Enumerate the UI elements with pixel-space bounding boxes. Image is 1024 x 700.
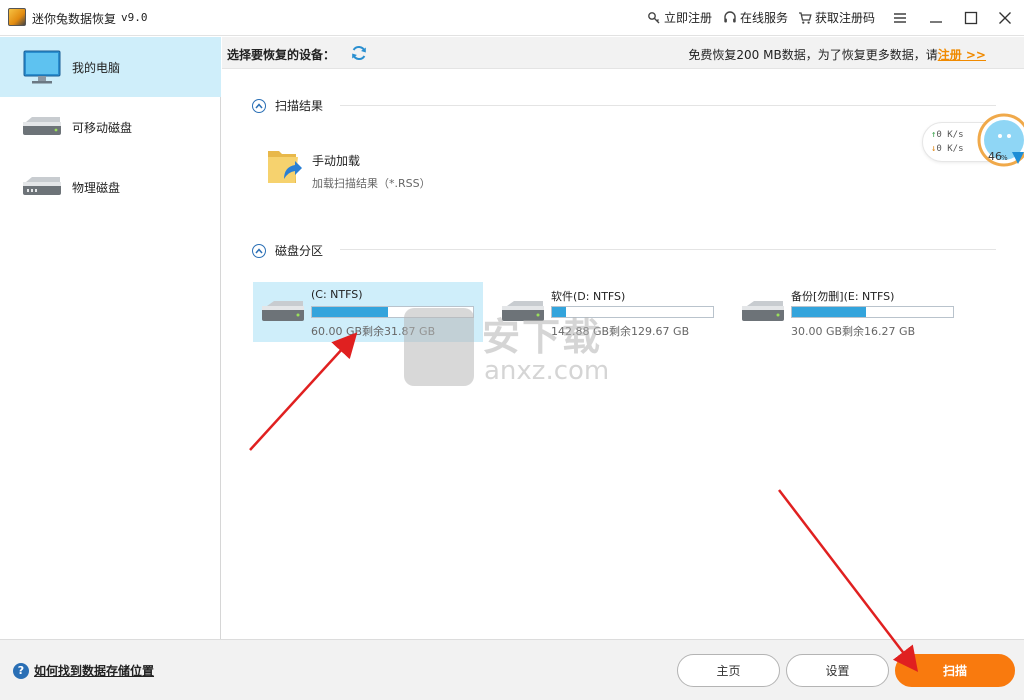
usage-fill [792, 307, 867, 317]
manual-load-name: 手动加载 [312, 154, 361, 168]
bottom-bar: ? 如何找到数据存储位置 主页 设置 扫描 [0, 639, 1024, 700]
upload-speed-value: 0 K/s [936, 130, 964, 140]
scan-results-title: 扫描结果 [275, 99, 324, 113]
partitions-header[interactable]: 磁盘分区 [252, 242, 323, 259]
manual-load-desc: 加载扫描结果（*.RSS） [312, 177, 431, 190]
settings-button[interactable]: 设置 [786, 654, 889, 687]
accelerator-ball-icon[interactable]: 46 % [976, 112, 1024, 172]
folder-load-icon [268, 151, 302, 183]
select-device-label: 选择要恢复的设备： [227, 48, 336, 62]
maximize-icon [964, 11, 978, 25]
promo-message: 免费恢复200 MB数据，为了恢复更多数据，请 [688, 48, 938, 62]
register-now-label: 立即注册 [664, 11, 713, 25]
close-button[interactable] [992, 6, 1018, 30]
register-now-link[interactable]: 立即注册 [647, 9, 712, 26]
upload-speed: ↑0 K/s [931, 130, 964, 140]
watermark: 安下载 anxz.com [404, 300, 624, 395]
percent-unit: % [1001, 154, 1008, 162]
home-button[interactable]: 主页 [677, 654, 780, 687]
sidebar-item-label: 我的电脑 [72, 60, 121, 75]
hard-disk-icon [262, 301, 304, 321]
collapse-icon[interactable] [252, 98, 266, 113]
cart-icon [799, 11, 812, 24]
hamburger-icon [894, 13, 906, 23]
app-logo-icon [8, 8, 26, 26]
close-icon [999, 12, 1011, 24]
watermark-shield-icon [404, 308, 474, 386]
menu-button[interactable] [887, 6, 913, 30]
partition-name: (C: NTFS) [311, 288, 363, 301]
app-version: v9.0 [121, 11, 148, 24]
sidebar: 我的电脑 可移动磁盘 物理磁盘 [0, 37, 221, 639]
get-code-link[interactable]: 获取注册码 [798, 9, 875, 26]
register-link[interactable]: 注册 >> [938, 48, 986, 62]
download-speed: ↓0 K/s [931, 144, 964, 154]
hard-disk-icon [742, 301, 784, 321]
maximize-button[interactable] [958, 6, 984, 30]
online-service-label: 在线服务 [740, 11, 789, 25]
app-title: 迷你兔数据恢复 [32, 12, 117, 26]
promo-text: 免费恢复200 MB数据，为了恢复更多数据，请注册 >> [688, 46, 986, 63]
minimize-icon [930, 21, 942, 23]
sidebar-item-removable-disk[interactable]: 可移动磁盘 [0, 97, 221, 157]
manual-load-item[interactable]: 手动加载 加载扫描结果（*.RSS） [266, 145, 466, 195]
help-text: 如何找到数据存储位置 [34, 664, 155, 678]
percent-value: 46 [988, 150, 1002, 163]
partitions-title: 磁盘分区 [275, 244, 324, 258]
sidebar-item-label: 物理磁盘 [72, 180, 121, 195]
usage-fill [312, 307, 388, 317]
refresh-icon[interactable] [350, 44, 368, 62]
download-speed-value: 0 K/s [936, 144, 964, 154]
monitor-icon [23, 50, 61, 84]
sidebar-item-label: 可移动磁盘 [72, 120, 133, 135]
headset-icon [724, 10, 736, 22]
get-code-label: 获取注册码 [815, 11, 876, 25]
watermark-small-text: anxz.com [484, 356, 610, 386]
title-bar: 迷你兔数据恢复 v9.0 立即注册 在线服务 获取注册码 [0, 0, 1024, 36]
partition-e[interactable]: 备份[勿删](E: NTFS) 30.00 GB剩余16.27 GB [733, 282, 963, 342]
watermark-big-text: 安下载 [482, 315, 603, 359]
usage-bar [791, 306, 954, 318]
question-icon: ? [13, 662, 29, 679]
sidebar-item-physical-disk[interactable]: 物理磁盘 [0, 157, 221, 217]
partition-name: 备份[勿删](E: NTFS) [791, 290, 895, 303]
scan-results-header[interactable]: 扫描结果 [252, 97, 323, 114]
key-icon [648, 11, 660, 23]
scan-button[interactable]: 扫描 [895, 654, 1015, 687]
collapse-icon[interactable] [252, 243, 266, 258]
physical-disk-icon [23, 177, 61, 195]
help-link[interactable]: ? 如何找到数据存储位置 [13, 662, 154, 679]
minimize-button[interactable] [923, 6, 949, 30]
online-service-link[interactable]: 在线服务 [723, 9, 788, 26]
removable-disk-icon [23, 117, 61, 135]
partition-info: 30.00 GB剩余16.27 GB [791, 325, 916, 338]
divider [340, 249, 996, 250]
sidebar-item-my-computer[interactable]: 我的电脑 [0, 37, 221, 97]
device-bar: 选择要恢复的设备： 免费恢复200 MB数据，为了恢复更多数据，请注册 >> [222, 37, 1024, 69]
divider [340, 105, 996, 106]
